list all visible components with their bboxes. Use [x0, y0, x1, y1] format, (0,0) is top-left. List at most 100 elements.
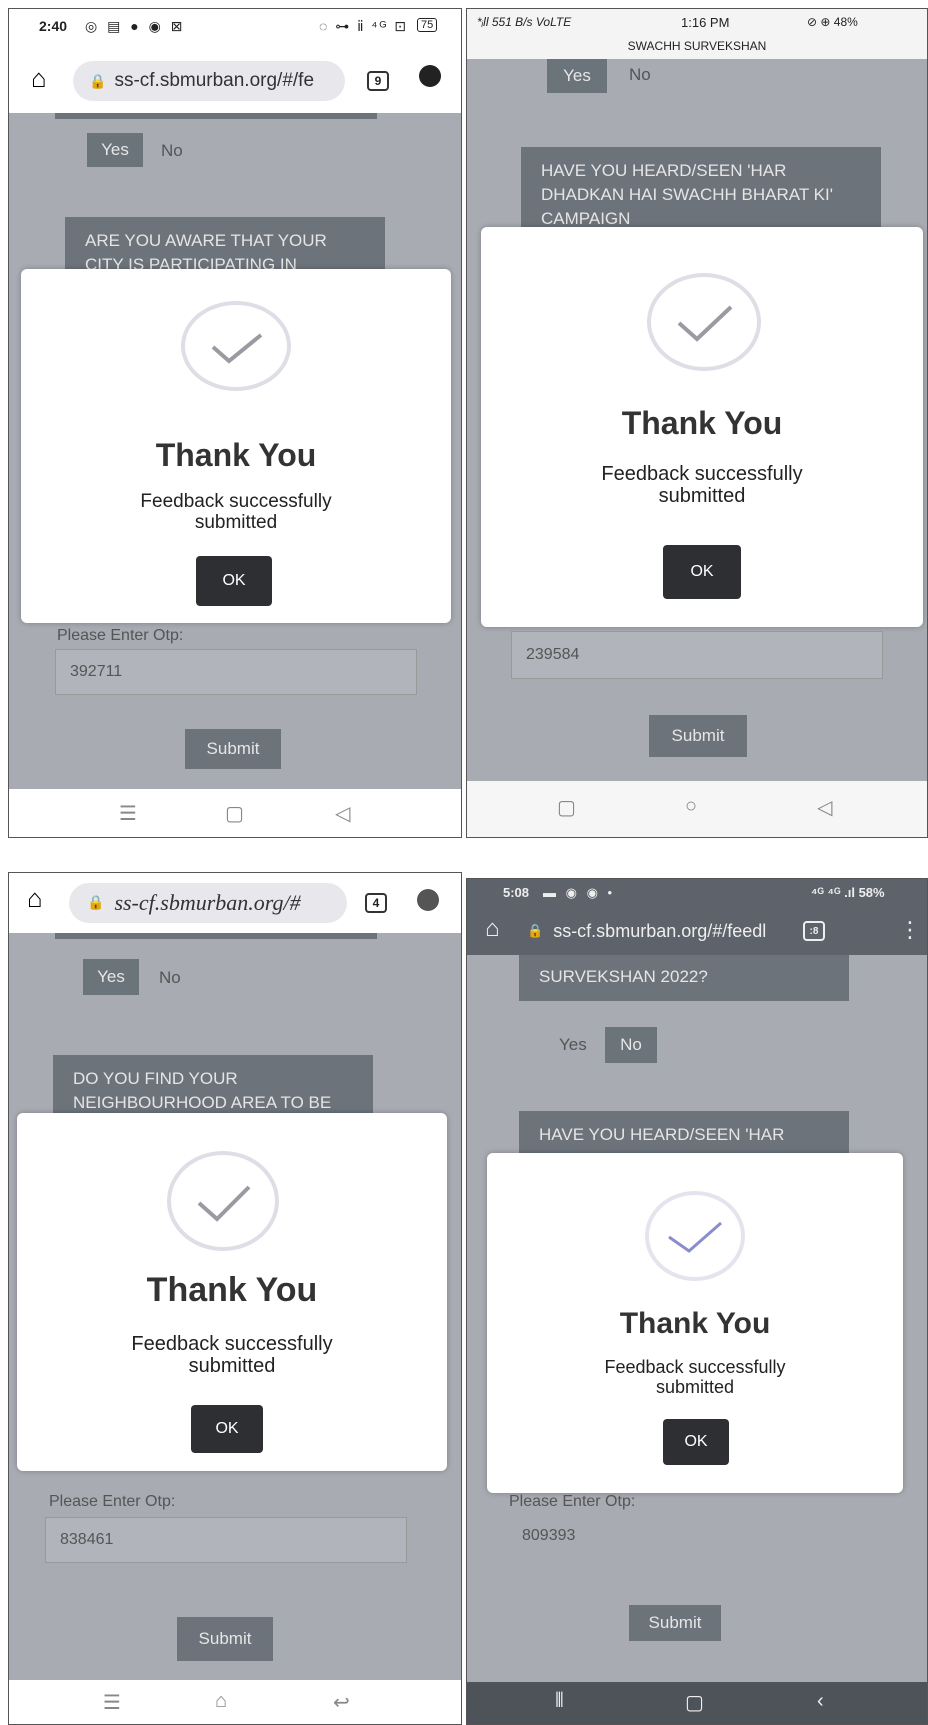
success-modal: Thank You Feedback successfully submitte…: [21, 269, 451, 623]
lock-icon: 🔒: [527, 923, 544, 938]
modal-message: Feedback successfully submitted: [601, 463, 803, 507]
home-nav-icon[interactable]: ○: [685, 795, 697, 818]
yes-option[interactable]: Yes: [87, 133, 143, 167]
question-box: DO YOU FIND YOUR NEIGHBOURHOOD AREA TO B…: [53, 1055, 373, 1121]
phone-panel-2: *ᵢll 551 B/s VoLTE 1:16 PM ⊘ ⊕ 48% SWACH…: [466, 8, 928, 838]
ok-button[interactable]: OK: [196, 556, 272, 606]
question-box: HAVE YOU HEARD/SEEN 'HAR DHADKAN HAI SWA…: [521, 147, 881, 237]
nav-bar: ☰ ▢ ◁: [9, 789, 461, 837]
network-status: *ᵢll 551 B/s VoLTE: [477, 15, 572, 29]
checkmark-icon: [668, 1221, 722, 1253]
no-option[interactable]: No: [161, 141, 183, 161]
lock-icon: 🔒: [89, 72, 107, 89]
otp-label: Please Enter Otp:: [49, 1493, 176, 1510]
modal-title: Thank You: [621, 405, 783, 441]
status-bar: 5:08 ▬ ◉ ◉ • ⁴ᴳ ⁴ᴳ .ıl 58%: [467, 879, 927, 907]
submit-button[interactable]: Submit: [649, 715, 747, 757]
home-nav-icon[interactable]: ▢: [225, 801, 244, 826]
yes-option[interactable]: Yes: [547, 59, 607, 93]
checkmark-circle: [647, 273, 761, 371]
phone-panel-4: 5:08 ▬ ◉ ◉ • ⁴ᴳ ⁴ᴳ .ıl 58% ⌂ 🔒 ss-cf.sbm…: [466, 878, 928, 1725]
address-bar[interactable]: 🔒 ss-cf.sbmurban.org/#: [69, 883, 347, 923]
address-bar[interactable]: 🔒 ss-cf.sbmurban.org/#/feedl: [527, 913, 789, 949]
otp-label: Please Enter Otp:: [509, 1493, 636, 1510]
nav-bar: ▢ ○ ◁: [467, 781, 927, 837]
checkmark-circle: [645, 1191, 745, 1281]
modal-title: Thank You: [146, 1271, 318, 1309]
tab-count-button[interactable]: 9: [367, 71, 389, 91]
menu-icon[interactable]: [419, 65, 441, 87]
tab-count-button[interactable]: 4: [365, 893, 387, 913]
ok-button[interactable]: OK: [663, 545, 741, 599]
modal-message: Feedback successfully submitted: [604, 1357, 786, 1397]
battery-level: 75: [417, 18, 438, 32]
ok-button[interactable]: OK: [191, 1405, 263, 1453]
checkmark-circle: [181, 301, 291, 391]
checkmark-circle: [167, 1151, 279, 1251]
back-icon[interactable]: ◁: [817, 795, 832, 820]
recent-apps-icon[interactable]: ☰: [103, 1690, 121, 1715]
recent-apps-icon[interactable]: ▢: [557, 795, 576, 820]
recent-apps-icon[interactable]: ⦀: [555, 1690, 564, 1713]
yes-option[interactable]: Yes: [83, 959, 139, 995]
submit-button[interactable]: Submit: [177, 1617, 273, 1661]
modal-message: Feedback successfully submitted: [140, 491, 332, 533]
status-time: 2:40: [39, 18, 68, 34]
home-nav-icon[interactable]: ⌂: [215, 1690, 227, 1713]
notification-icons: ▬ ◉ ◉ •: [543, 885, 616, 900]
system-icons: ⊘ ⊕ 48%: [807, 15, 858, 29]
recent-apps-icon[interactable]: ☰: [119, 801, 137, 826]
otp-input[interactable]: 392711: [55, 649, 417, 695]
phone-panel-1: 2:40 ◎ ▤ ● ◉ ⊠ ◌ ⊶ ⅱ ⁴ᴳ ⊡ 75 ⌂ 🔒 ss-cf.s…: [8, 8, 462, 838]
checkmark-icon: [677, 305, 733, 342]
otp-input[interactable]: 809393: [507, 1513, 869, 1559]
notification-icons: ◎ ▤ ● ◉ ⊠: [85, 18, 186, 34]
browser-url-bar: ⌂ 🔒 ss-cf.sbmurban.org/#/fe 9: [9, 49, 461, 113]
success-modal: Thank You Feedback successfully submitte…: [481, 227, 923, 627]
system-icons: ⁴ᴳ ⁴ᴳ .ıl 58%: [811, 885, 885, 900]
no-option[interactable]: No: [605, 1027, 657, 1063]
success-modal: Thank You Feedback successfully submitte…: [17, 1113, 447, 1471]
home-nav-icon[interactable]: ▢: [685, 1690, 704, 1715]
modal-title: Thank You: [155, 437, 317, 473]
submit-button[interactable]: Submit: [629, 1605, 721, 1641]
submit-button[interactable]: Submit: [185, 729, 281, 769]
app-title: SWACHH SURVEKSHAN: [627, 39, 767, 53]
prev-question-box: SURVEKSHAN 2022?: [519, 955, 849, 1001]
lock-icon: 🔒: [87, 895, 105, 911]
home-icon[interactable]: ⌂: [485, 915, 500, 943]
address-bar[interactable]: 🔒 ss-cf.sbmurban.org/#/fe: [73, 61, 345, 101]
ok-button[interactable]: OK: [663, 1419, 729, 1465]
tab-count-button[interactable]: :8: [803, 921, 825, 941]
home-icon[interactable]: ⌂: [27, 883, 43, 914]
url-text: ss-cf.sbmurban.org/#/fe: [114, 70, 315, 91]
back-icon[interactable]: ‹: [817, 1690, 824, 1713]
no-option[interactable]: No: [159, 968, 181, 988]
modal-title: Thank You: [619, 1307, 771, 1340]
yes-option[interactable]: Yes: [559, 1035, 587, 1055]
checkmark-icon: [197, 1185, 251, 1222]
no-option[interactable]: No: [629, 65, 651, 85]
url-text: ss-cf.sbmurban.org/#: [114, 890, 301, 915]
otp-input[interactable]: 838461: [45, 1517, 407, 1563]
nav-bar: ⦀ ▢ ‹: [467, 1682, 927, 1724]
modal-message: Feedback successfully submitted: [131, 1333, 333, 1377]
otp-input[interactable]: 239584: [511, 631, 883, 679]
status-bar: *ᵢll 551 B/s VoLTE 1:16 PM ⊘ ⊕ 48% SWACH…: [467, 9, 927, 59]
nav-bar: ☰ ⌂ ↩: [9, 1680, 461, 1724]
system-icons: ◌ ⊶ ⅱ ⁴ᴳ ⊡: [319, 18, 408, 34]
browser-url-bar: ⌂ 🔒 ss-cf.sbmurban.org/#/feedl :8 ⋮: [467, 907, 927, 955]
home-icon[interactable]: ⌂: [31, 63, 47, 94]
checkmark-icon: [211, 333, 263, 364]
section-divider: [55, 933, 377, 939]
back-icon[interactable]: ↩: [333, 1690, 350, 1715]
success-modal: Thank You Feedback successfully submitte…: [487, 1153, 903, 1493]
phone-panel-3: ⌂ 🔒 ss-cf.sbmurban.org/# 4 Yes No DO YOU…: [8, 872, 462, 1725]
status-bar: 2:40 ◎ ▤ ● ◉ ⊠ ◌ ⊶ ⅱ ⁴ᴳ ⊡ 75: [9, 9, 461, 49]
url-text: ss-cf.sbmurban.org/#/feedl: [553, 920, 767, 941]
menu-icon[interactable]: [417, 889, 439, 911]
back-icon[interactable]: ◁: [335, 801, 350, 826]
menu-icon[interactable]: ⋮: [899, 917, 921, 943]
otp-label: Please Enter Otp:: [57, 627, 184, 644]
section-divider: [55, 113, 377, 119]
